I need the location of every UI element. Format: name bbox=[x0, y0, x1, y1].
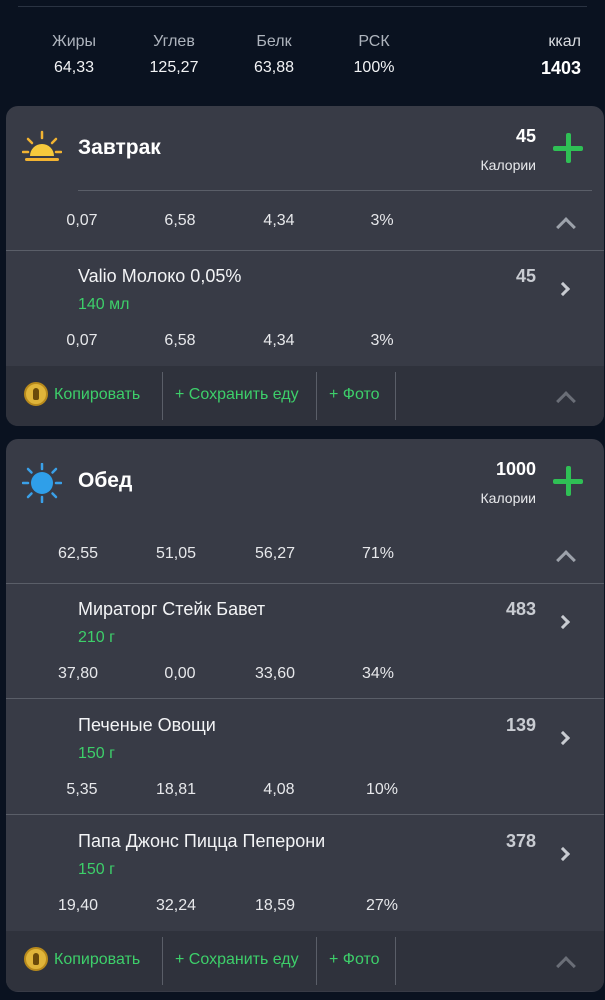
chevron-right-icon[interactable] bbox=[555, 281, 571, 297]
food-macro-carbs: 32,24 bbox=[155, 897, 197, 914]
chevron-right-icon[interactable] bbox=[555, 614, 571, 630]
summary-kcal-value: 1403 bbox=[540, 58, 581, 78]
food-item[interactable]: Valio Молоко 0,05% 140 мл 45 0,07 6,58 4… bbox=[6, 250, 604, 366]
action-separator bbox=[316, 372, 317, 420]
summary-rsk-value: 100% bbox=[353, 59, 395, 76]
food-macro-protein: 18,59 bbox=[254, 897, 296, 914]
summary-protein: Белк 63,88 bbox=[246, 32, 302, 78]
summary-fat: Жиры 64,33 bbox=[46, 32, 102, 78]
copy-button[interactable]: Копировать bbox=[54, 386, 140, 404]
collapse-chevron-up-icon[interactable] bbox=[556, 391, 576, 411]
macro-protein: 4,34 bbox=[263, 212, 295, 229]
summary-kcal: ккал 1403 bbox=[541, 32, 581, 79]
macro-carbs: 51,05 bbox=[155, 545, 197, 562]
action-separator bbox=[162, 372, 163, 420]
food-calories: 483 bbox=[505, 599, 536, 619]
macro-fat: 62,55 bbox=[57, 545, 99, 562]
summary-protein-label: Белк bbox=[256, 33, 292, 50]
meal-header[interactable]: Завтрак 45 Калории bbox=[6, 106, 604, 190]
macro-carbs: 6,58 bbox=[164, 212, 196, 229]
meal-title: Обед bbox=[78, 469, 133, 492]
macro-fat: 0,07 bbox=[66, 212, 98, 229]
food-amount: 150 г bbox=[78, 745, 115, 762]
macro-rsk: 71% bbox=[361, 545, 395, 562]
summary-kcal-label: ккал bbox=[548, 33, 581, 50]
sun-icon bbox=[22, 463, 62, 503]
copy-coin-icon[interactable] bbox=[24, 382, 48, 406]
summary-carbs-label: Углев bbox=[153, 33, 195, 50]
food-macro-fat: 37,80 bbox=[57, 665, 99, 682]
food-item[interactable]: Мираторг Стейк Бавет 210 г 483 37,80 0,0… bbox=[6, 583, 604, 699]
summary-rsk-label: РСК bbox=[358, 33, 390, 50]
food-macro-fat: 5,35 bbox=[66, 781, 98, 798]
summary-fat-value: 64,33 bbox=[53, 59, 95, 76]
food-macro-rsk: 3% bbox=[370, 332, 394, 349]
daily-summary: Жиры 64,33 Углев 125,27 Белк 63,88 РСК 1… bbox=[0, 0, 605, 100]
meal-macros-row: 62,55 51,05 56,27 71% bbox=[6, 523, 604, 583]
meal-card-breakfast: Завтрак 45 Калории 0,07 6,58 4,34 3% Val… bbox=[6, 106, 604, 426]
food-macro-protein: 4,34 bbox=[263, 332, 295, 349]
food-macro-protein: 33,60 bbox=[254, 665, 296, 682]
summary-rsk: РСК 100% bbox=[346, 32, 402, 78]
action-separator bbox=[395, 372, 396, 420]
summary-fat-label: Жиры bbox=[51, 33, 97, 50]
meal-macros-row: 0,07 6,58 4,34 3% bbox=[6, 190, 604, 250]
food-item[interactable]: Печеные Овощи 150 г 139 5,35 18,81 4,08 … bbox=[6, 699, 604, 815]
food-amount: 210 г bbox=[78, 629, 115, 646]
collapse-chevron-up-icon[interactable] bbox=[556, 956, 576, 976]
chevron-right-icon[interactable] bbox=[555, 730, 571, 746]
food-macro-carbs: 18,81 bbox=[155, 781, 197, 798]
action-separator bbox=[162, 937, 163, 985]
meal-actions-bar: Копировать + Сохранить еду + Фото bbox=[6, 366, 604, 426]
food-calories: 378 bbox=[505, 831, 536, 851]
photo-button[interactable]: + Фото bbox=[329, 951, 380, 969]
food-macro-rsk: 10% bbox=[365, 781, 399, 798]
food-diary-screen: Жиры 64,33 Углев 125,27 Белк 63,88 РСК 1… bbox=[0, 0, 605, 1000]
food-name: Мираторг Стейк Бавет bbox=[78, 599, 266, 619]
meal-calories-label: Калории bbox=[480, 157, 536, 173]
summary-divider bbox=[18, 6, 587, 7]
macro-protein: 56,27 bbox=[254, 545, 296, 562]
food-name: Valio Молоко 0,05% bbox=[78, 266, 242, 286]
food-macro-carbs: 6,58 bbox=[164, 332, 196, 349]
copy-button[interactable]: Копировать bbox=[54, 951, 140, 969]
food-name: Папа Джонс Пицца Пеперони bbox=[78, 831, 326, 851]
chevron-right-icon[interactable] bbox=[555, 846, 571, 862]
food-macro-fat: 19,40 bbox=[57, 897, 99, 914]
meal-calories: 1000 bbox=[495, 459, 536, 479]
copy-coin-icon[interactable] bbox=[24, 947, 48, 971]
food-calories: 139 bbox=[505, 715, 536, 735]
food-macro-carbs: 0,00 bbox=[164, 665, 196, 682]
food-macro-rsk: 34% bbox=[361, 665, 395, 682]
summary-protein-value: 63,88 bbox=[253, 59, 295, 76]
save-food-button[interactable]: + Сохранить еду bbox=[175, 386, 299, 404]
food-amount: 150 г bbox=[78, 861, 115, 878]
meal-calories: 45 bbox=[515, 126, 536, 146]
photo-button[interactable]: + Фото bbox=[329, 386, 380, 404]
food-item[interactable]: Папа Джонс Пицца Пеперони 150 г 378 19,4… bbox=[6, 815, 604, 931]
save-food-button[interactable]: + Сохранить еду bbox=[175, 951, 299, 969]
action-separator bbox=[395, 937, 396, 985]
meal-calories-label: Калории bbox=[480, 490, 536, 506]
add-food-button[interactable] bbox=[552, 465, 584, 497]
food-calories: 45 bbox=[515, 266, 536, 286]
food-macro-rsk: 27% bbox=[365, 897, 399, 914]
food-name: Печеные Овощи bbox=[78, 715, 216, 735]
action-separator bbox=[316, 937, 317, 985]
meal-title: Завтрак bbox=[78, 136, 161, 159]
food-macro-protein: 4,08 bbox=[263, 781, 295, 798]
collapse-chevron-up-icon[interactable] bbox=[556, 550, 576, 570]
meal-actions-bar: Копировать + Сохранить еду + Фото bbox=[6, 931, 604, 991]
macro-rsk: 3% bbox=[370, 212, 394, 229]
summary-carbs-value: 125,27 bbox=[149, 59, 199, 76]
meal-card-lunch: Обед 1000 Калории 62,55 51,05 56,27 71% … bbox=[6, 439, 604, 992]
add-food-button[interactable] bbox=[552, 132, 584, 164]
sunrise-icon bbox=[22, 130, 62, 161]
food-macro-fat: 0,07 bbox=[66, 332, 98, 349]
meal-header[interactable]: Обед 1000 Калории bbox=[6, 439, 604, 523]
collapse-chevron-up-icon[interactable] bbox=[556, 217, 576, 237]
summary-carbs: Углев 125,27 bbox=[144, 32, 204, 78]
food-amount: 140 мл bbox=[78, 296, 130, 313]
